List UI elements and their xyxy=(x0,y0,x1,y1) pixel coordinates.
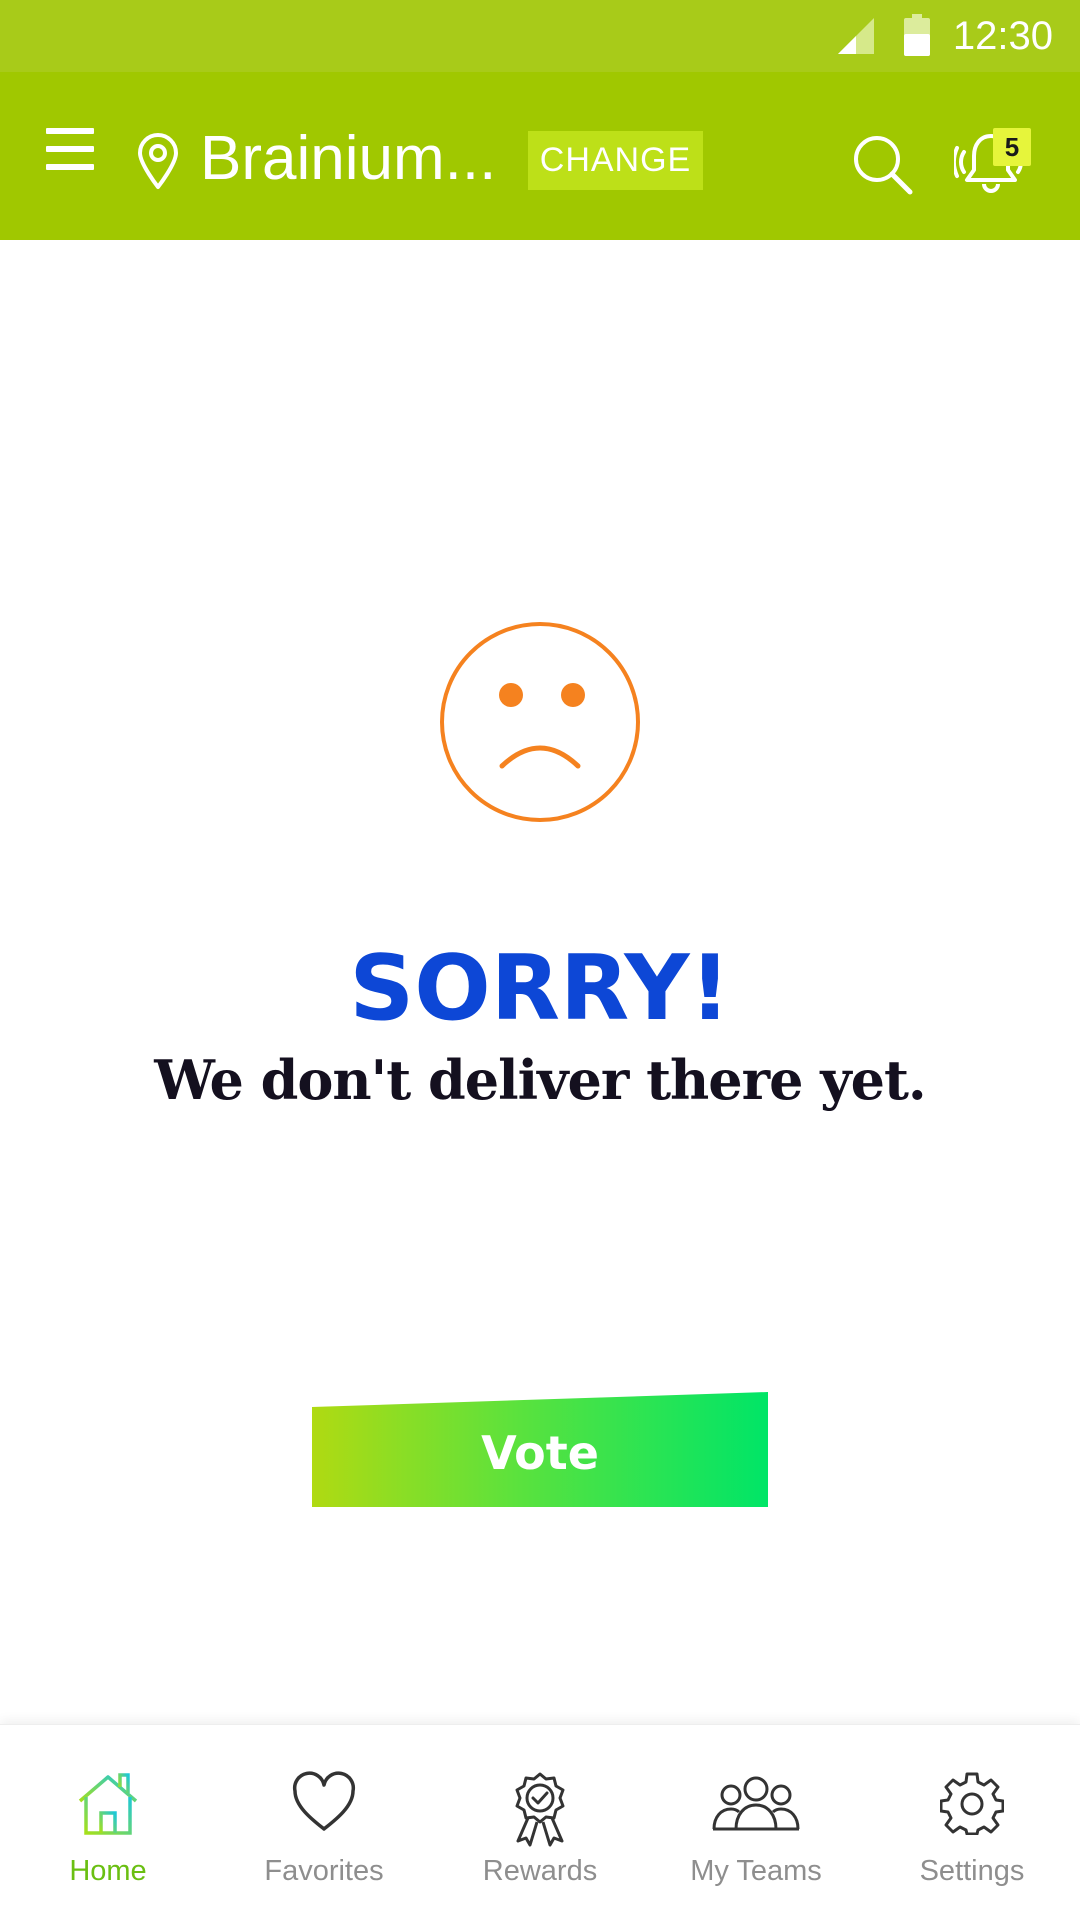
status-time: 12:30 xyxy=(952,14,1053,58)
nav-label: My Teams xyxy=(690,1855,822,1887)
gear-icon xyxy=(940,1772,1004,1835)
app-header: Brainium... CHANGE 5 xyxy=(0,72,1080,240)
error-title: SORRY! xyxy=(349,936,731,1041)
nav-home[interactable]: Home xyxy=(0,1725,216,1919)
bottom-nav: Home Favorites Rewards My Teams Settings xyxy=(0,1724,1080,1919)
location-name[interactable]: Brainium... xyxy=(200,124,496,194)
battery-icon xyxy=(904,14,930,56)
nav-favorites[interactable]: Favorites xyxy=(216,1725,432,1919)
menu-button[interactable] xyxy=(46,128,96,172)
nav-my-teams[interactable]: My Teams xyxy=(648,1725,864,1919)
nav-settings[interactable]: Settings xyxy=(864,1725,1080,1919)
sad-face-icon xyxy=(440,622,640,822)
search-icon[interactable] xyxy=(852,134,914,196)
change-location-button[interactable]: CHANGE xyxy=(528,131,703,190)
error-subtitle: We don't deliver there yet. xyxy=(154,1048,926,1112)
vote-button[interactable]: Vote xyxy=(312,1392,768,1507)
nav-label: Rewards xyxy=(482,1855,598,1887)
heart-icon xyxy=(292,1771,356,1831)
award-icon xyxy=(515,1772,565,1847)
team-icon xyxy=(712,1776,800,1831)
nav-label: Favorites xyxy=(264,1855,384,1887)
location-pin-icon xyxy=(138,133,178,189)
notification-badge: 5 xyxy=(993,128,1031,166)
home-icon xyxy=(78,1773,138,1835)
nav-label: Home xyxy=(69,1855,147,1887)
nav-rewards[interactable]: Rewards xyxy=(432,1725,648,1919)
status-bar: 12:30 xyxy=(0,0,1080,72)
nav-label: Settings xyxy=(919,1855,1025,1887)
vote-button-label: Vote xyxy=(481,1426,599,1480)
signal-icon xyxy=(838,18,874,54)
